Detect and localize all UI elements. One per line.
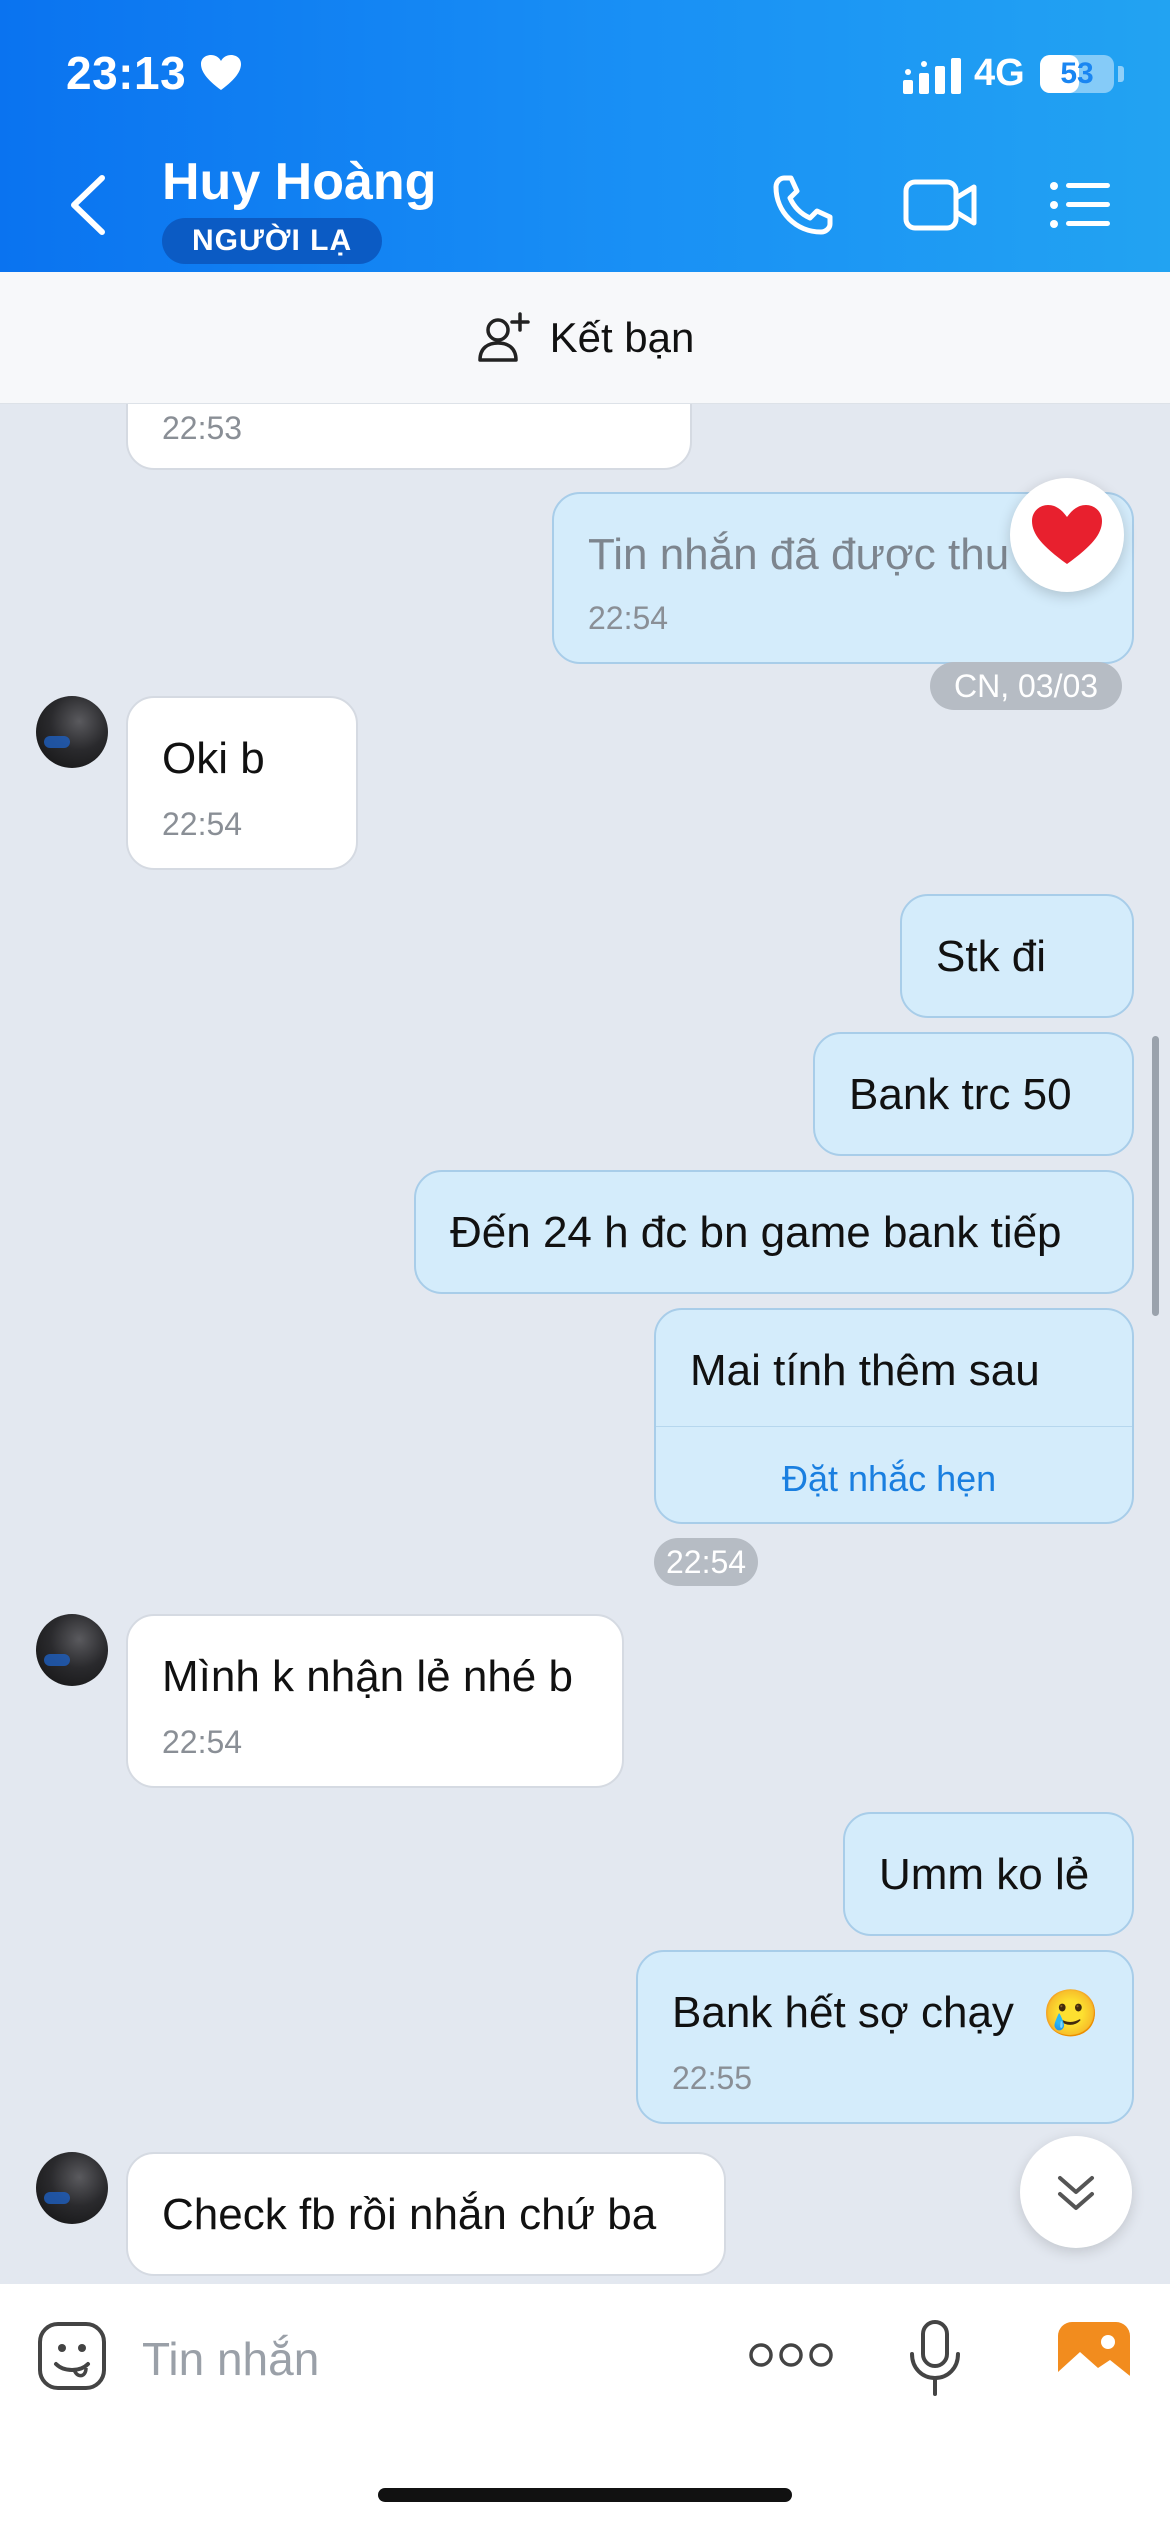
image-gallery-icon[interactable] xyxy=(1056,2320,1132,2390)
message-text: Check fb rồi nhắn chứ ba xyxy=(162,2190,657,2239)
message-text: Mình k nhận lẻ nhé b xyxy=(162,1652,573,1701)
outgoing-message[interactable]: Stk đi xyxy=(900,894,1134,1018)
message-time: 22:54 xyxy=(162,1724,243,1760)
phone-icon[interactable] xyxy=(770,172,836,238)
video-call-icon[interactable] xyxy=(902,172,980,238)
message-time: 22:53 xyxy=(162,410,243,446)
message-time: 22:54 xyxy=(588,600,669,636)
chevron-double-down-icon xyxy=(1058,2176,1094,2210)
status-time: 23:13 xyxy=(66,47,187,99)
message-time: 22:54 xyxy=(162,806,243,842)
set-reminder-link[interactable]: Đặt nhắc hẹn xyxy=(782,1458,996,1500)
message-text: Oki b xyxy=(162,734,265,783)
add-friend-bar[interactable]: Kết bạn xyxy=(0,272,1170,404)
heart-icon xyxy=(1032,505,1102,564)
message-list[interactable]: 22:53 Tin nhắn đã được thu 22:54 CN, 03/… xyxy=(0,404,1170,2284)
sticker-icon[interactable] xyxy=(36,2320,108,2392)
avatar[interactable] xyxy=(36,696,108,768)
outgoing-message[interactable]: Bank hết sợ chạy 🥲 22:55 xyxy=(636,1950,1134,2124)
message-text: Bank hết sợ chạy xyxy=(672,1988,1014,2037)
message-text: Umm ko lẻ xyxy=(879,1850,1090,1899)
message-text: Bank trc 50 xyxy=(849,1070,1072,1119)
microphone-icon[interactable] xyxy=(906,2318,964,2398)
incoming-message[interactable]: Check fb rồi nhắn chứ ba xyxy=(126,2152,726,2276)
message-input[interactable]: Tin nhắn xyxy=(142,2332,319,2386)
message-text: Stk đi xyxy=(936,932,1047,981)
contact-name[interactable]: Huy Hoàng xyxy=(162,152,436,212)
outgoing-message[interactable]: Bank trc 50 xyxy=(813,1032,1134,1156)
outgoing-message[interactable]: Umm ko lẻ xyxy=(843,1812,1134,1936)
incoming-message[interactable]: Oki b 22:54 xyxy=(126,696,358,870)
time-pill: 22:54 xyxy=(654,1538,759,1586)
scroll-to-bottom-button[interactable] xyxy=(1020,2136,1132,2248)
date-pill: CN, 03/03 xyxy=(930,662,1123,710)
chat-header: 23:13 4G 53 Huy Hoàng NGƯỜI LẠ xyxy=(0,0,1170,272)
more-icon[interactable] xyxy=(748,2340,834,2370)
message-text: Mai tính thêm sau xyxy=(690,1346,1040,1395)
chevron-left-icon[interactable] xyxy=(60,170,120,240)
battery-tip xyxy=(1118,66,1124,82)
crying-smile-emoji: 🥲 xyxy=(1042,1987,1100,2039)
heart-status-icon xyxy=(201,55,241,90)
add-friend-label: Kết bạn xyxy=(549,313,695,361)
home-indicator xyxy=(378,2488,792,2502)
outgoing-message[interactable]: Mai tính thêm sau Đặt nhắc hẹn xyxy=(654,1308,1134,1524)
menu-list-icon[interactable] xyxy=(1048,172,1112,238)
message-time: 22:55 xyxy=(672,2060,753,2096)
incoming-message[interactable]: Mình k nhận lẻ nhé b 22:54 xyxy=(126,1614,624,1788)
scrollbar[interactable] xyxy=(1152,1036,1159,1316)
message-text: Tin nhắn đã được thu xyxy=(588,530,1010,579)
network-label: 4G xyxy=(974,52,1025,94)
signal-icon xyxy=(903,58,961,94)
divider xyxy=(656,1426,1132,1427)
incoming-message[interactable]: 22:53 xyxy=(126,404,692,470)
message-text: Đến 24 h đc bn game bank tiếp xyxy=(450,1208,1062,1257)
stranger-badge: NGƯỜI LẠ xyxy=(162,218,383,264)
battery-icon: 53 xyxy=(1040,55,1114,93)
reaction-badge[interactable] xyxy=(1010,478,1124,592)
add-friend-icon xyxy=(477,311,530,362)
battery-level: 53 xyxy=(1060,57,1094,90)
avatar[interactable] xyxy=(36,1614,108,1686)
avatar[interactable] xyxy=(36,2152,108,2224)
outgoing-message[interactable]: Đến 24 h đc bn game bank tiếp xyxy=(414,1170,1134,1294)
